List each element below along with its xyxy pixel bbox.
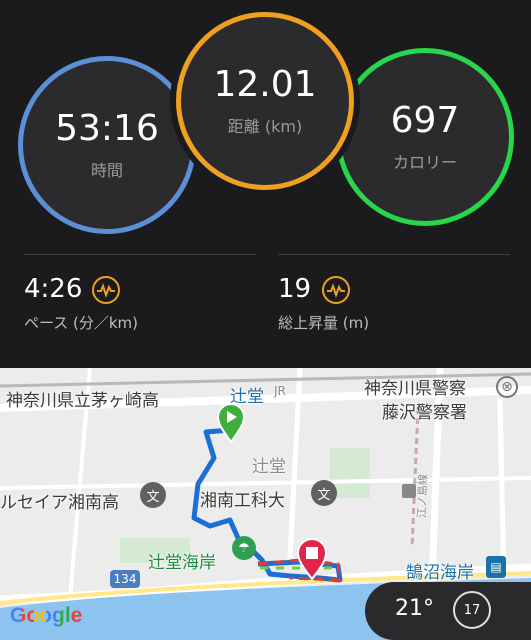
finish-marker-icon[interactable]: [296, 538, 328, 580]
calories-label: カロリー: [392, 153, 457, 172]
divider-right: [278, 254, 510, 255]
google-logo: Google: [10, 604, 83, 627]
weather-widget[interactable]: 21° 17: [365, 582, 531, 640]
map-label-kugenuma-beach: 鵠沼海岸: [406, 563, 474, 583]
train-station-icon[interactable]: ▤: [486, 556, 506, 578]
pace-value: 4:26: [24, 274, 83, 304]
map-label-shonan-tech: 湘南工科大: [200, 491, 285, 511]
route-number: 134: [113, 572, 137, 586]
distance-label: 距離 (km): [227, 117, 303, 136]
map-label-tsujido-beach: 辻堂海岸: [148, 553, 216, 573]
wind-speed: 17: [463, 602, 481, 618]
distance-ring: 12.01 距離 (km): [176, 12, 354, 190]
time-value: 53:16: [55, 108, 159, 149]
map-label-school-chigasaki: 神奈川県立茅ヶ崎高: [6, 391, 159, 411]
elevation-info-icon[interactable]: [322, 276, 350, 304]
info-poi-icon[interactable]: ⊗: [496, 376, 518, 398]
elevation-value: 19: [278, 274, 312, 304]
pace-info-icon[interactable]: [92, 276, 120, 304]
pace-label: ペース (分／km): [24, 314, 139, 332]
calories-value: 697: [390, 100, 460, 141]
calories-ring: 697 カロリー: [336, 48, 514, 226]
school-poi-icon[interactable]: 文: [140, 482, 166, 508]
map-label-school-shonan: ルセイア湘南高: [0, 493, 119, 513]
elevation-label: 総上昇量 (m): [278, 314, 370, 332]
distance-value: 12.01: [213, 64, 317, 105]
activity-stats-panel: 53:16 時間 697 カロリー 12.01 距離 (km) 4:26 ペース…: [0, 0, 531, 368]
house-poi-icon[interactable]: [402, 484, 416, 498]
map-label-area: 辻堂: [252, 457, 286, 477]
time-ring: 53:16 時間: [18, 56, 196, 234]
start-marker-icon[interactable]: [216, 403, 246, 443]
map-label-police-station: 藤沢警察署: [382, 403, 467, 423]
wind-speed-icon: 17: [453, 591, 491, 629]
map-label-jr: JR: [274, 384, 286, 398]
divider-left: [24, 254, 256, 255]
map-label-police-hq: 神奈川県警察: [364, 379, 466, 399]
time-label: 時間: [90, 161, 123, 180]
temperature: 21°: [395, 596, 434, 621]
school-poi-icon[interactable]: 文: [311, 480, 337, 506]
route-highway-shield: 134: [110, 570, 140, 588]
beach-poi-icon[interactable]: ☂: [232, 536, 256, 560]
